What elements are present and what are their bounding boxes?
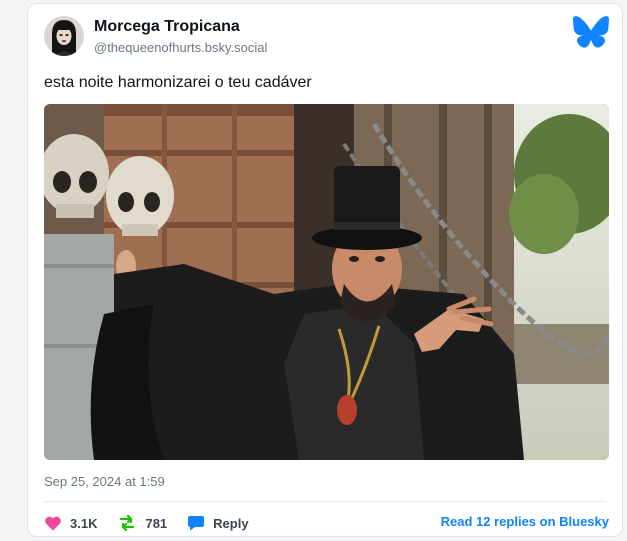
post-text: esta noite harmonizarei o teu cadáver [44,74,312,91]
repost-count: 781 [145,515,168,531]
post-image[interactable] [44,104,609,460]
heart-icon [45,516,61,531]
reply-button[interactable]: Reply [187,515,249,531]
post-embed-card[interactable]: Morcega Tropicana @thequeenofhurts.bsky.… [27,3,623,537]
like-count: 3.1K [70,515,98,531]
read-replies-link[interactable]: Read 12 replies on Bluesky [441,514,609,529]
repost-button[interactable]: 781 [117,515,167,531]
bluesky-logo-icon[interactable] [573,16,609,48]
photo-man-in-top-hat-and-cape-beside-skulls [44,104,609,460]
speech-bubble-icon [188,516,205,531]
divider [44,501,606,502]
post-timestamp[interactable]: Sep 25, 2024 at 1:59 [44,474,165,489]
avatar-portrait-icon [44,16,84,56]
post-actions: 3.1K 781 Reply [44,513,249,533]
reply-label: Reply [213,515,249,531]
author-handle[interactable]: @thequeenofhurts.bsky.social [94,40,267,55]
repost-icon [120,515,135,531]
author-avatar[interactable] [44,16,84,56]
like-button[interactable]: 3.1K [44,515,97,531]
author-name[interactable]: Morcega Tropicana [94,18,240,36]
